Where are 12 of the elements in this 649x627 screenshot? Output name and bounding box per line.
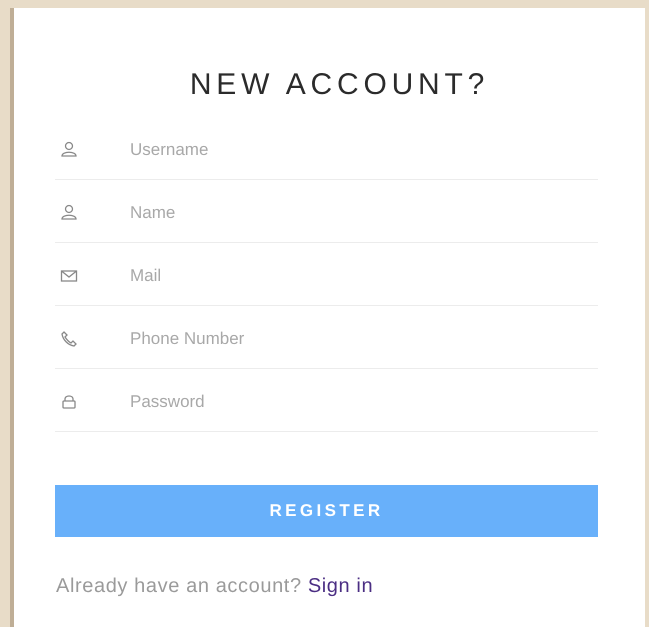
sign-in-link[interactable]: Sign in (308, 575, 374, 597)
sign-in-prompt: Already have an account? Sign in (56, 574, 374, 599)
phone-icon (60, 330, 78, 348)
form-title: NEW ACCOUNT? (190, 67, 490, 103)
input-field[interactable]: Phone Number (130, 319, 598, 359)
user-icon (60, 204, 78, 222)
user-icon (60, 141, 78, 159)
lock-icon (60, 393, 78, 411)
input-field[interactable]: Password (130, 382, 598, 422)
input-field[interactable]: Username (130, 130, 598, 170)
input-field[interactable]: Name (130, 193, 598, 233)
input-field[interactable]: Mail (130, 256, 598, 296)
